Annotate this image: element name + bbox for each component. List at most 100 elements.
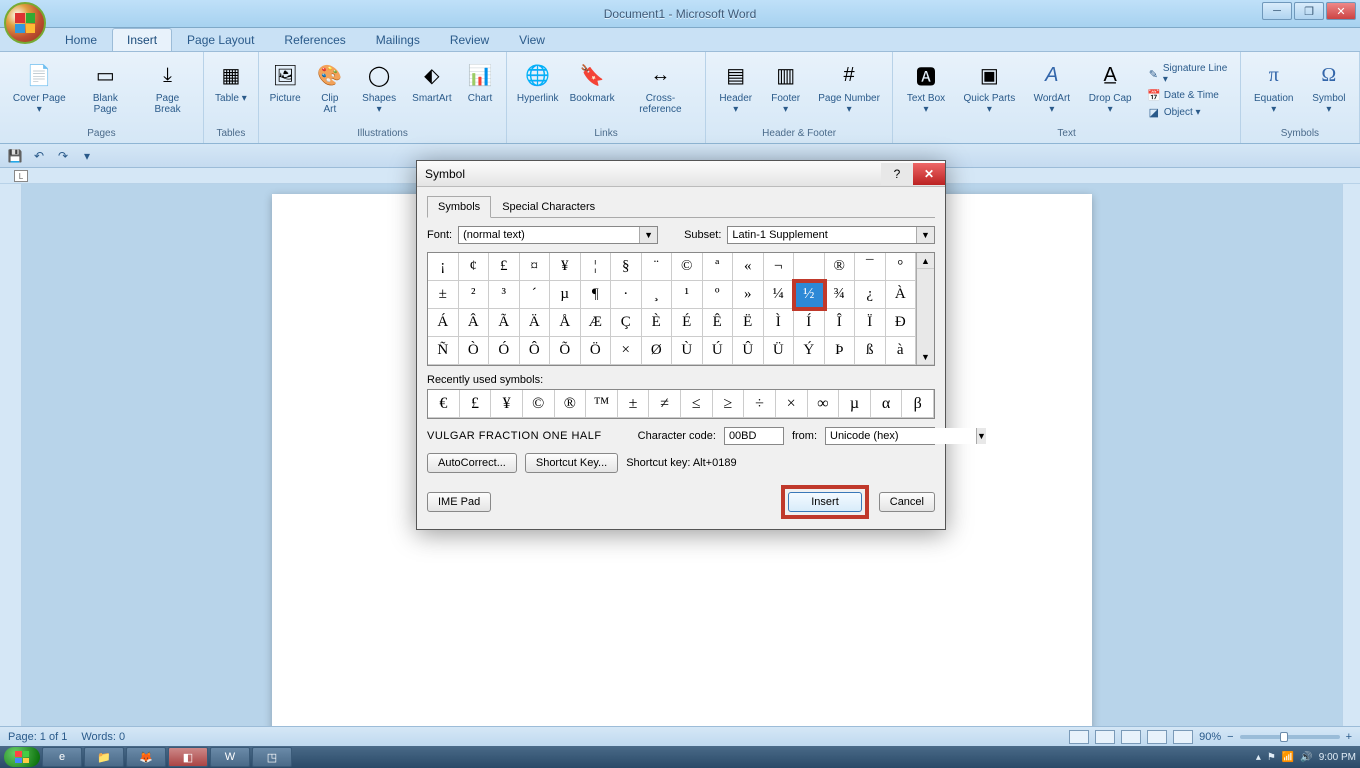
task-ie[interactable]: e <box>42 747 82 767</box>
symbol-cell[interactable]: § <box>611 253 642 281</box>
symbol-cell[interactable]: Ô <box>520 337 551 365</box>
symbol-cell[interactable]: ¯ <box>855 253 886 281</box>
symbol-cell[interactable]: © <box>672 253 703 281</box>
symbol-cell[interactable]: Ì <box>764 309 795 337</box>
symbol-cell[interactable]: Ý <box>794 337 825 365</box>
tab-special-characters[interactable]: Special Characters <box>491 196 606 218</box>
dialog-help-button[interactable]: ? <box>881 163 913 185</box>
recent-symbol-cell[interactable]: ≥ <box>713 390 745 418</box>
symbol-cell[interactable]: ° <box>886 253 917 281</box>
footer-button[interactable]: ▥Footer ▾ <box>764 56 808 126</box>
recent-symbol-cell[interactable]: ∞ <box>808 390 840 418</box>
symbol-cell[interactable]: Ò <box>459 337 490 365</box>
recent-symbol-cell[interactable]: € <box>428 390 460 418</box>
textbox-button[interactable]: 🅰Text Box ▾ <box>899 56 952 126</box>
shapes-button[interactable]: ◯Shapes ▾ <box>354 56 404 126</box>
symbol-cell[interactable]: ´ <box>520 281 551 309</box>
symbol-cell[interactable]: È <box>642 309 673 337</box>
subset-combo[interactable]: ▼ <box>727 226 935 244</box>
tray-flag-icon[interactable]: ⚑ <box>1267 752 1276 763</box>
symbol-cell[interactable]: Ï <box>855 309 886 337</box>
symbol-cell[interactable]: « <box>733 253 764 281</box>
symbol-cell[interactable]: À <box>886 281 917 309</box>
recent-symbol-cell[interactable]: × <box>776 390 808 418</box>
zoom-out[interactable]: − <box>1227 731 1233 743</box>
font-input[interactable] <box>459 227 639 243</box>
redo-button[interactable]: ↷ <box>54 147 72 165</box>
symbol-cell[interactable]: µ <box>550 281 581 309</box>
symbol-cell[interactable]: » <box>733 281 764 309</box>
symbol-cell[interactable]: ­ <box>794 253 825 281</box>
shortcut-key-button[interactable]: Shortcut Key... <box>525 453 618 473</box>
qat-more[interactable]: ▾ <box>78 147 96 165</box>
vertical-scrollbar[interactable] <box>1342 184 1360 746</box>
tab-review[interactable]: Review <box>435 28 504 51</box>
symbol-cell[interactable]: Õ <box>550 337 581 365</box>
symbol-cell[interactable]: ² <box>459 281 490 309</box>
symbol-cell[interactable]: à <box>886 337 917 365</box>
font-combo[interactable]: ▼ <box>458 226 658 244</box>
recent-symbol-cell[interactable]: ≤ <box>681 390 713 418</box>
view-draft[interactable] <box>1173 730 1193 744</box>
symbol-cell[interactable]: ¨ <box>642 253 673 281</box>
symbol-cell[interactable]: Ö <box>581 337 612 365</box>
symbol-cell[interactable]: É <box>672 309 703 337</box>
recent-symbol-cell[interactable]: β <box>902 390 934 418</box>
symbol-cell[interactable]: ½ <box>794 281 825 309</box>
table-button[interactable]: ▦Table ▾ <box>210 56 252 126</box>
symbol-cell[interactable]: Å <box>550 309 581 337</box>
date-time-button[interactable]: 📅Date & Time <box>1143 87 1234 103</box>
crossref-button[interactable]: ↔Cross-reference <box>622 56 699 126</box>
recent-symbol-cell[interactable]: µ <box>839 390 871 418</box>
symbol-cell[interactable]: ¦ <box>581 253 612 281</box>
task-folder[interactable]: 📁 <box>84 747 124 767</box>
dialog-titlebar[interactable]: Symbol ? ✕ <box>417 161 945 187</box>
recent-symbol-cell[interactable]: ≠ <box>649 390 681 418</box>
header-button[interactable]: ▤Header ▾ <box>712 56 760 126</box>
symbol-cell[interactable]: Þ <box>825 337 856 365</box>
symbol-cell[interactable]: ª <box>703 253 734 281</box>
symbol-cell[interactable]: Ä <box>520 309 551 337</box>
symbol-cell[interactable]: ¢ <box>459 253 490 281</box>
symbol-cell[interactable]: ¤ <box>520 253 551 281</box>
tray-arrow-icon[interactable]: ▴ <box>1256 752 1261 763</box>
chevron-down-icon[interactable]: ▼ <box>916 227 934 243</box>
recent-symbol-cell[interactable]: α <box>871 390 903 418</box>
restore-button[interactable]: ❐ <box>1294 2 1324 20</box>
tab-view[interactable]: View <box>504 28 560 51</box>
scroll-up-icon[interactable]: ▲ <box>917 253 934 269</box>
close-button[interactable]: ✕ <box>1326 2 1356 20</box>
zoom-label[interactable]: 90% <box>1199 731 1221 743</box>
equation-button[interactable]: πEquation ▾ <box>1247 56 1301 126</box>
system-tray[interactable]: ▴ ⚑ 📶 🔊 9:00 PM <box>1256 752 1356 763</box>
hyperlink-button[interactable]: 🌐Hyperlink <box>513 56 562 126</box>
recent-symbol-cell[interactable]: ± <box>618 390 650 418</box>
symbol-cell[interactable]: Â <box>459 309 490 337</box>
recent-symbol-cell[interactable]: © <box>523 390 555 418</box>
symbol-cell[interactable]: · <box>611 281 642 309</box>
save-button[interactable]: 💾 <box>6 147 24 165</box>
view-outline[interactable] <box>1147 730 1167 744</box>
zoom-slider[interactable] <box>1240 735 1340 739</box>
undo-button[interactable]: ↶ <box>30 147 48 165</box>
tab-page-layout[interactable]: Page Layout <box>172 28 269 51</box>
symbol-cell[interactable]: ¶ <box>581 281 612 309</box>
view-full-screen[interactable] <box>1095 730 1115 744</box>
symbol-cell[interactable]: Î <box>825 309 856 337</box>
autocorrect-button[interactable]: AutoCorrect... <box>427 453 517 473</box>
symbol-cell[interactable]: × <box>611 337 642 365</box>
symbol-cell[interactable]: Ê <box>703 309 734 337</box>
symbol-cell[interactable]: ¾ <box>825 281 856 309</box>
symbol-cell[interactable]: Ñ <box>428 337 459 365</box>
tab-references[interactable]: References <box>269 28 360 51</box>
chart-button[interactable]: 📊Chart <box>460 56 501 126</box>
symbol-button[interactable]: ΩSymbol ▾ <box>1305 56 1353 126</box>
recent-symbol-cell[interactable]: ® <box>555 390 587 418</box>
from-input[interactable] <box>826 428 976 444</box>
office-button[interactable] <box>4 2 46 44</box>
symbol-cell[interactable]: ³ <box>489 281 520 309</box>
scroll-down-icon[interactable]: ▼ <box>917 349 934 365</box>
symbol-cell[interactable]: º <box>703 281 734 309</box>
wordart-button[interactable]: AWordArt ▾ <box>1026 56 1077 126</box>
view-print-layout[interactable] <box>1069 730 1089 744</box>
